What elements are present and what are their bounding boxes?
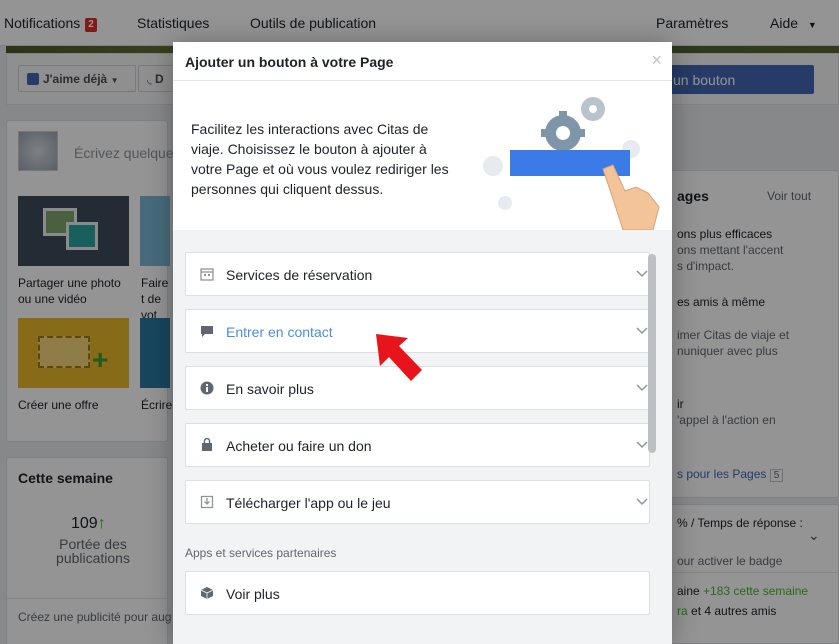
close-icon[interactable]: × — [651, 51, 662, 69]
option-shop-donate[interactable]: Acheter ou faire un don — [185, 423, 650, 467]
dialog-intro-text: Facilitez les interactions avec Citas de… — [191, 121, 449, 197]
chevron-down-icon — [636, 327, 648, 335]
chevron-down-icon — [636, 441, 648, 449]
chevron-down-icon — [636, 270, 648, 278]
chevron-down-icon — [636, 498, 648, 506]
dialog-scrollbar[interactable] — [648, 254, 656, 453]
chat-bubble-icon — [201, 326, 213, 337]
shopping-bag-icon — [202, 438, 212, 451]
calendar-icon — [200, 268, 214, 281]
download-icon — [200, 495, 214, 509]
option-learn-more-label: En savoir plus — [226, 381, 314, 397]
hand-pointer-icon — [602, 164, 660, 230]
dialog-title: Ajouter un bouton à votre Page — [185, 54, 394, 70]
option-shop-donate-label: Acheter ou faire un don — [226, 438, 372, 454]
see-more-label: Voir plus — [226, 586, 280, 602]
option-booking[interactable]: Services de réservation — [185, 252, 650, 296]
see-more-option[interactable]: Voir plus — [185, 571, 650, 615]
info-icon — [200, 381, 214, 395]
chevron-down-icon — [636, 384, 648, 392]
option-download-app-label: Télécharger l'app ou le jeu — [226, 495, 391, 511]
option-booking-label: Services de réservation — [226, 267, 373, 283]
button-illustration-icon — [483, 97, 660, 230]
dialog-intro: Facilitez les interactions avec Citas de… — [173, 81, 672, 230]
bubble-icon — [483, 156, 503, 176]
cube-icon — [200, 587, 214, 599]
red-arrow-annotation-icon — [376, 334, 422, 381]
option-contact-label: Entrer en contact — [226, 324, 333, 340]
dialog-header: Ajouter un bouton à votre Page × — [173, 42, 672, 81]
option-download-app[interactable]: Télécharger l'app ou le jeu — [185, 480, 650, 524]
partners-heading: Apps et services partenaires — [185, 546, 337, 560]
